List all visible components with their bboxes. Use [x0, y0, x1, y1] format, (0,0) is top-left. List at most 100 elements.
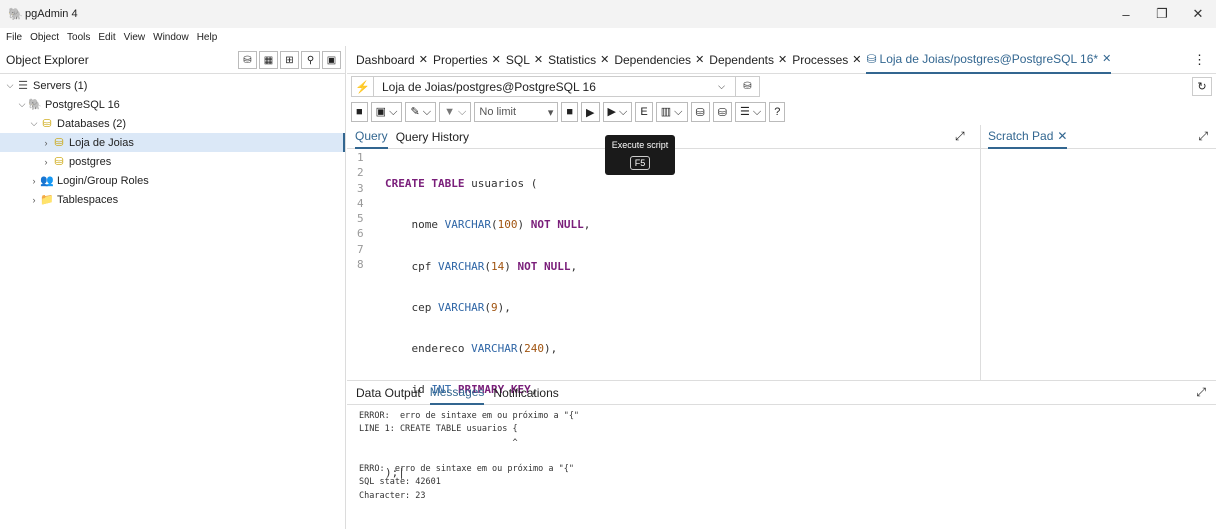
- limit-select[interactable]: No limit ▾: [474, 102, 559, 122]
- connection-select[interactable]: ⚡ Loja de Joias/postgres@PostgreSQL 16 ⌵…: [351, 76, 760, 97]
- filter-table-icon[interactable]: ⊞: [280, 51, 299, 69]
- line-number: 6: [357, 227, 364, 241]
- tree-item-postgres[interactable]: › ⛁ postgres: [0, 152, 345, 171]
- tab-query[interactable]: Query: [355, 125, 388, 149]
- menu-help[interactable]: Help: [197, 32, 218, 43]
- close-icon[interactable]: ✕: [852, 53, 861, 66]
- menu-edit[interactable]: Edit: [98, 32, 115, 43]
- code-line: nome VARCHAR(100) NOT NULL,: [385, 218, 591, 232]
- tree-item-tablespaces[interactable]: › 📁 Tablespaces: [0, 190, 345, 209]
- close-icon[interactable]: ✕: [1057, 129, 1067, 143]
- sql-editor[interactable]: 1 2 3 4 5 6 7 8 CREATE TABLE usuarios ( …: [347, 150, 980, 479]
- psql-terminal-icon[interactable]: ▣: [322, 51, 341, 69]
- tree-item-label: Databases (2): [57, 117, 127, 130]
- tree-item-loja-de-joias[interactable]: › ⛁ Loja de Joias: [0, 133, 345, 152]
- chevron-right-icon[interactable]: ›: [40, 157, 52, 167]
- tab-properties[interactable]: Properties ✕: [433, 46, 501, 74]
- tab-label: SQL: [505, 52, 530, 67]
- line-number: 2: [357, 166, 364, 180]
- database-icon[interactable]: ⛁: [735, 77, 759, 96]
- menu-object[interactable]: Object: [30, 32, 59, 43]
- close-icon[interactable]: ✕: [419, 53, 428, 66]
- chevron-down-icon[interactable]: ⌵: [4, 80, 16, 91]
- close-icon[interactable]: ✕: [778, 53, 787, 66]
- expand-icon[interactable]: ⤢: [955, 129, 965, 144]
- tab-dashboard[interactable]: Dashboard ✕: [356, 46, 428, 74]
- tree-item-label: Loja de Joias: [69, 136, 134, 149]
- database-tool-icon[interactable]: ⛁: [238, 51, 257, 69]
- explain-analyze-icon[interactable]: ▥ ⌵: [655, 102, 688, 122]
- tab-processes[interactable]: Processes ✕: [792, 46, 861, 74]
- chevron-right-icon[interactable]: ›: [28, 195, 40, 205]
- tree-item-databases[interactable]: ⌵ ⛁ Databases (2): [0, 114, 345, 133]
- tab-dependencies[interactable]: Dependencies ✕: [614, 46, 704, 74]
- tree-item-postgresql[interactable]: ⌵ 🐘 PostgreSQL 16: [0, 95, 345, 114]
- more-options-icon[interactable]: ⋮: [1193, 52, 1206, 68]
- tooltip-title: Execute script: [611, 140, 669, 150]
- tab-statistics[interactable]: Statistics ✕: [548, 46, 609, 74]
- pgadmin-logo-icon: 🐘: [8, 6, 23, 21]
- save-file-icon[interactable]: ▣ ⌵: [370, 102, 403, 122]
- menu-tools[interactable]: Tools: [67, 32, 90, 43]
- explain-icon[interactable]: E: [635, 102, 653, 122]
- refresh-icon[interactable]: ↻: [1192, 77, 1212, 96]
- menu-bar: File Object Tools Edit View Window Help: [0, 28, 1216, 46]
- tab-label: Dependents: [709, 52, 774, 67]
- tab-sql[interactable]: SQL ✕: [506, 46, 543, 74]
- menu-window[interactable]: Window: [153, 32, 189, 43]
- line-number: 4: [357, 196, 364, 210]
- scratch-pad-label: Scratch Pad: [988, 128, 1054, 143]
- commit-icon[interactable]: ⛁: [690, 102, 710, 122]
- tab-dependents[interactable]: Dependents ✕: [709, 46, 787, 74]
- close-icon[interactable]: ✕: [695, 53, 704, 66]
- tab-messages[interactable]: Messages: [429, 381, 485, 405]
- tab-notifications[interactable]: Notifications: [493, 381, 558, 405]
- table-view-icon[interactable]: ▦: [259, 51, 278, 69]
- help-icon[interactable]: ?: [769, 102, 786, 122]
- tab-label: Processes: [792, 52, 849, 67]
- stop-icon[interactable]: ■: [561, 102, 579, 122]
- edit-icon[interactable]: ✎ ⌵: [405, 102, 437, 122]
- tree-item-label: Login/Group Roles: [57, 174, 149, 187]
- code-line: cpf VARCHAR(14) NOT NULL,: [385, 259, 578, 273]
- tab-label: Dashboard: [356, 52, 415, 67]
- tree-item-login-roles[interactable]: › 👥 Login/Group Roles: [0, 171, 345, 190]
- tree-item-label: postgres: [69, 155, 112, 168]
- elephant-icon: 🐘: [28, 99, 42, 111]
- execute-button[interactable]: ▶: [581, 102, 600, 122]
- message-line: Character: 23: [359, 490, 426, 501]
- minimize-button[interactable]: –: [1108, 0, 1144, 28]
- close-icon[interactable]: ✕: [600, 53, 609, 66]
- tab-query-history[interactable]: Query History: [396, 125, 469, 149]
- filter-icon[interactable]: ▼ ⌵: [439, 102, 472, 122]
- chevron-right-icon[interactable]: ›: [40, 138, 52, 148]
- close-icon[interactable]: ✕: [534, 53, 543, 66]
- maximize-button[interactable]: ❐: [1144, 0, 1180, 28]
- open-file-icon[interactable]: ■: [351, 102, 368, 122]
- menu-file[interactable]: File: [6, 32, 22, 43]
- rollback-icon[interactable]: ⛁: [712, 102, 732, 122]
- tree-item-servers[interactable]: ⌵ ☰ Servers (1): [0, 76, 345, 95]
- close-icon[interactable]: ✕: [1102, 52, 1111, 65]
- execute-options-icon[interactable]: ▶ ⌵: [602, 102, 633, 122]
- expand-icon[interactable]: ⤢: [1198, 129, 1208, 144]
- tab-query-tool[interactable]: ⛁ Loja de Joias/postgres@PostgreSQL 16* ✕: [866, 46, 1112, 74]
- tab-data-output[interactable]: Data Output: [356, 381, 421, 405]
- line-number: 5: [357, 212, 364, 226]
- menu-view[interactable]: View: [124, 32, 146, 43]
- message-line: [359, 450, 1216, 463]
- macros-icon[interactable]: ☰ ⌵: [734, 102, 767, 122]
- database-icon: ⛁: [54, 156, 64, 168]
- chevron-right-icon[interactable]: ›: [28, 176, 40, 186]
- close-button[interactable]: ✕: [1180, 0, 1216, 28]
- search-icon[interactable]: ⚲: [301, 51, 320, 69]
- tab-scratch-pad[interactable]: Scratch Pad ✕: [988, 125, 1068, 149]
- expand-icon[interactable]: ⤢: [1196, 385, 1206, 400]
- chevron-down-icon[interactable]: ⌵: [28, 118, 40, 129]
- folder-icon: 📁: [40, 194, 54, 206]
- close-icon[interactable]: ✕: [492, 53, 501, 66]
- chevron-down-icon[interactable]: ⌵: [16, 99, 28, 110]
- line-number: 3: [357, 181, 364, 195]
- query-toolbar: ■ ▣ ⌵ ✎ ⌵ ▼ ⌵ No limit ▾ ■ ▶ ▶ ⌵ E ▥ ⌵ ⛁ …: [347, 99, 1216, 125]
- scratch-pad: Scratch Pad ✕ ⤢: [980, 125, 1216, 380]
